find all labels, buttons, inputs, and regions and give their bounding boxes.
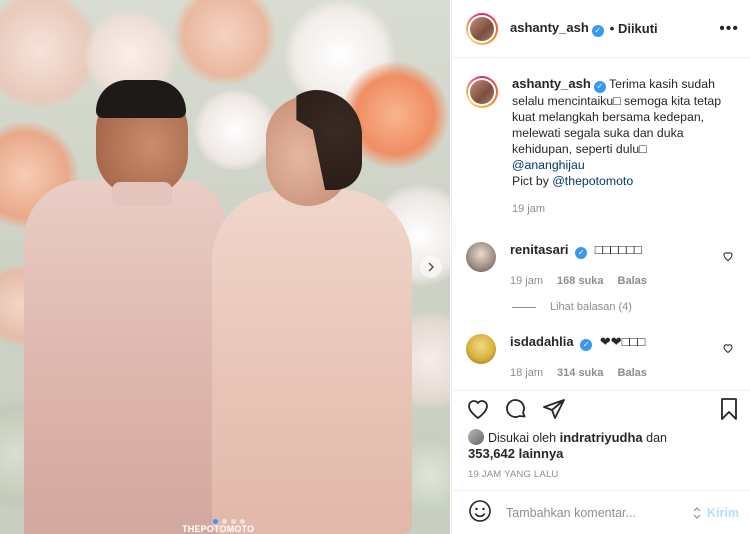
caption-text-block: ashanty_ash ✓ Terima kasih sudah selalu m… — [512, 76, 737, 217]
comment-username[interactable]: renitasari — [510, 242, 569, 257]
comments-scroll[interactable]: ashanty_ash ✓ Terima kasih sudah selalu m… — [452, 58, 750, 390]
comment-item: isdadahlia ✓ ❤❤□□□ 18 jam 314 suka Balas — [466, 334, 746, 379]
man-collar — [112, 182, 172, 206]
woman-dress — [212, 190, 412, 534]
comment-likes[interactable]: 168 suka — [557, 275, 603, 287]
comment-text: ❤❤□□□ — [599, 334, 646, 349]
comment-icon[interactable] — [504, 397, 528, 421]
credit-prefix: Pict by — [512, 174, 553, 188]
likes-summary: Disukai oleh indratriyudha dan 353,642 l… — [468, 429, 667, 461]
flower-decoration — [170, 0, 280, 85]
emoji-icon[interactable] — [468, 499, 492, 526]
liker-avatar[interactable] — [468, 429, 484, 445]
comment-likes[interactable]: 314 suka — [557, 367, 603, 379]
follow-status[interactable]: • Diikuti — [610, 21, 658, 36]
verified-icon: ✓ — [580, 339, 593, 351]
likes-count[interactable]: 353,642 lainnya — [468, 446, 563, 461]
commenter-avatar[interactable] — [466, 242, 496, 272]
mention-link[interactable]: @ananghijau — [512, 158, 585, 172]
verified-icon: ✓ — [575, 247, 588, 259]
post-timestamp[interactable]: 19 JAM YANG LALU — [468, 469, 559, 480]
caption: ashanty_ash ✓ Terima kasih sudah selalu m… — [466, 76, 746, 217]
commenter-avatar[interactable] — [466, 334, 496, 364]
liker-username[interactable]: indratriyudha — [560, 430, 643, 445]
resize-handle-icon — [693, 506, 701, 519]
comment-text: □□□□□□ — [594, 242, 642, 257]
caption-username[interactable]: ashanty_ash — [512, 76, 591, 91]
chevron-right-icon — [428, 262, 435, 272]
comment-input[interactable] — [506, 505, 656, 520]
comment-time[interactable]: 18 jam — [510, 367, 543, 379]
caption-time[interactable]: 19 jam — [512, 201, 737, 217]
verified-icon: ✓ — [593, 81, 606, 93]
post-photo[interactable]: THEPOTOMOTO — [0, 0, 450, 534]
caption-avatar[interactable] — [466, 76, 498, 108]
comment-username[interactable]: isdadahlia — [510, 334, 574, 349]
comment-like-heart-icon[interactable] — [722, 250, 734, 262]
reply-button[interactable]: Balas — [618, 275, 647, 287]
post-details-panel: ashanty_ash ✓ • Diikuti ••• ashanty_ash ✓ … — [451, 0, 750, 534]
heart-icon[interactable] — [466, 397, 490, 421]
post-header: ashanty_ash ✓ • Diikuti ••• — [452, 0, 750, 58]
add-comment-bar: Kirim — [452, 490, 750, 534]
author-username[interactable]: ashanty_ash ✓ — [510, 20, 604, 37]
author-avatar[interactable] — [466, 12, 498, 45]
bookmark-icon[interactable] — [717, 397, 741, 421]
comment-time[interactable]: 19 jam — [510, 275, 543, 287]
comment-like-heart-icon[interactable] — [722, 342, 734, 354]
man-figure — [24, 180, 224, 534]
post-actions: Disukai oleh indratriyudha dan 353,642 l… — [452, 390, 750, 490]
man-hair — [96, 80, 186, 118]
reply-button[interactable]: Balas — [618, 367, 647, 379]
comment-item: renitasari ✓ □□□□□□ 19 jam 168 suka Bala… — [466, 242, 746, 287]
share-icon[interactable] — [542, 397, 566, 421]
carousel-next-button[interactable] — [420, 256, 442, 278]
more-options-icon[interactable]: ••• — [719, 20, 739, 38]
credit-link[interactable]: @thepotomoto — [552, 174, 633, 188]
verified-icon: ✓ — [591, 25, 604, 37]
photo-watermark: THEPOTOMOTO — [182, 524, 255, 534]
send-button[interactable]: Kirim — [691, 506, 739, 520]
view-replies-button[interactable]: Lihat balasan (4) — [512, 301, 632, 313]
